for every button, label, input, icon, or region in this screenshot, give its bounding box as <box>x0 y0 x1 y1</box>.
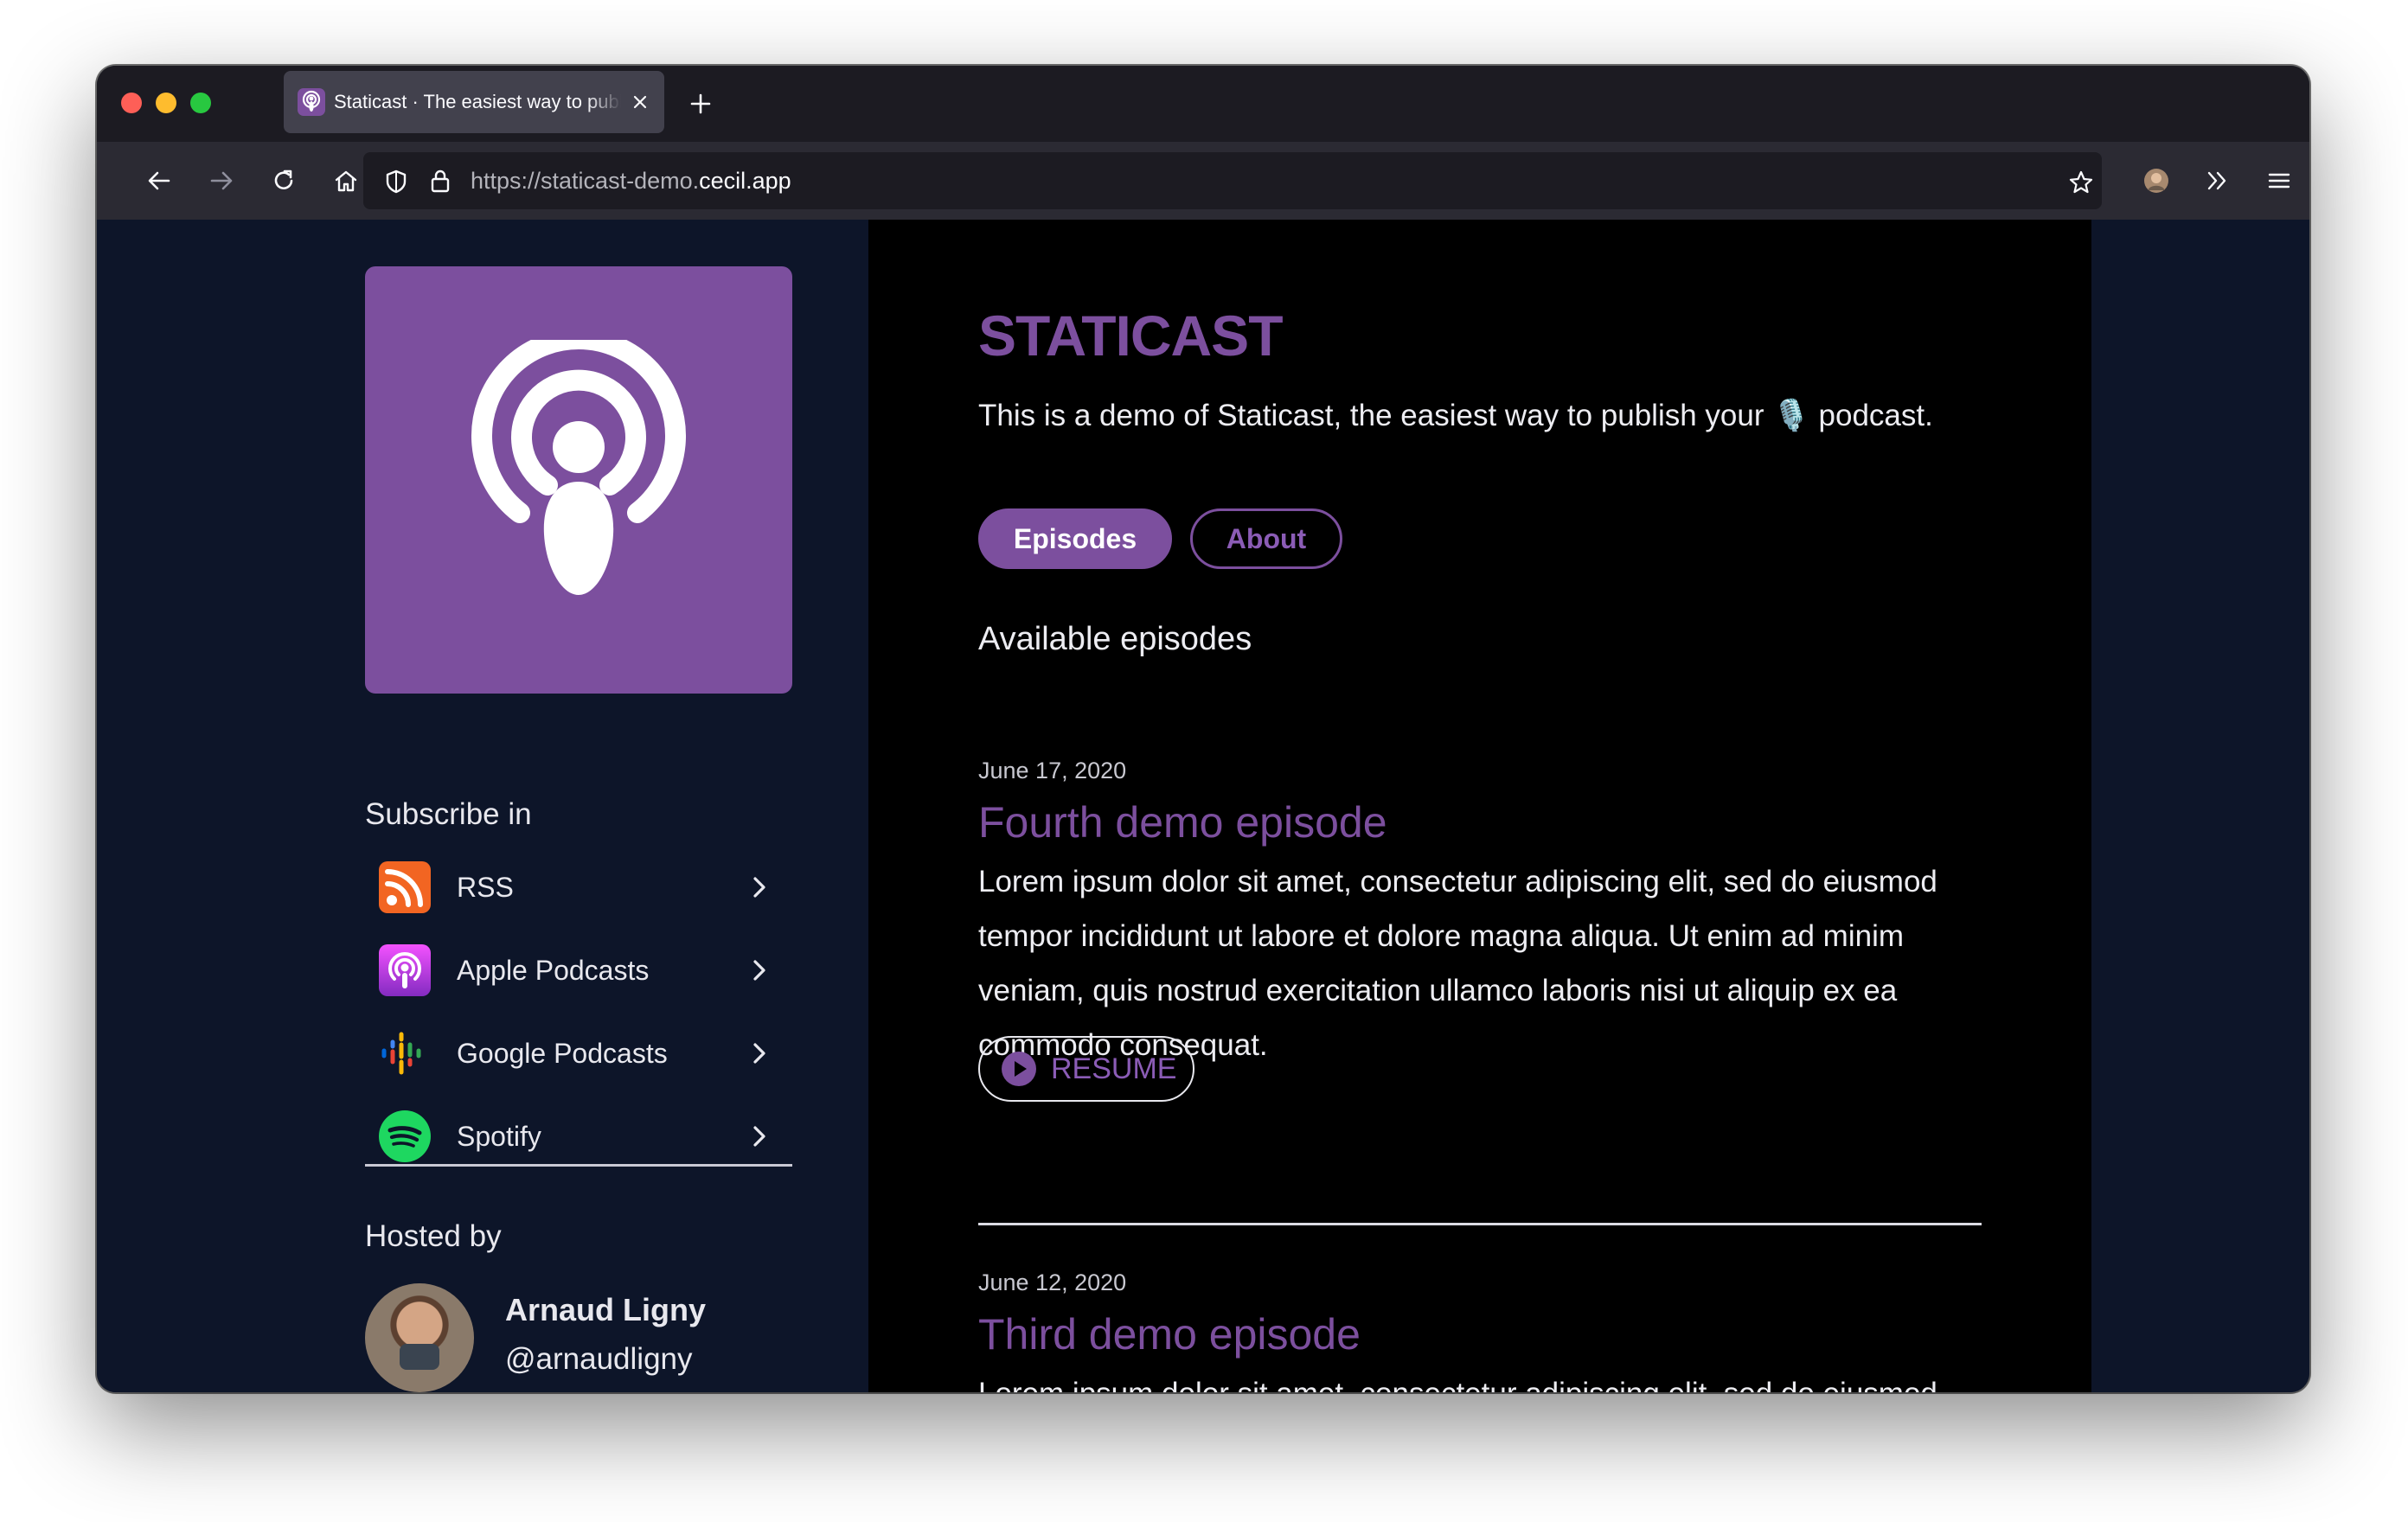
episode-description: Lorem ipsum dolor sit amet, consectetur … <box>978 1366 1990 1392</box>
url-domain: cecil.app <box>699 168 791 194</box>
home-button[interactable] <box>323 157 369 204</box>
tab-close-icon[interactable] <box>628 90 652 114</box>
back-arrow-icon <box>148 171 170 190</box>
reload-icon <box>274 169 293 189</box>
browser-tab[interactable]: Staticast · The easiest way to publish y… <box>284 71 664 133</box>
bookmark-star-button[interactable] <box>2058 159 2104 206</box>
minimize-window-button[interactable] <box>156 93 176 113</box>
url-base: https://staticast-demo. <box>471 168 700 194</box>
chevron-right-icon <box>753 877 765 898</box>
episode-title[interactable]: Fourth demo episode <box>978 797 1387 847</box>
resume-button[interactable]: RESUME <box>978 1036 1194 1102</box>
rss-icon <box>379 861 431 913</box>
podcast-favicon-icon <box>298 88 325 116</box>
episode-date: June 17, 2020 <box>978 758 1127 783</box>
sidebar: Subscribe in RSS Apple Podcasts Google P… <box>365 220 792 1392</box>
apple-podcasts-icon <box>379 944 431 996</box>
chevrons-right-icon <box>2207 171 2226 190</box>
back-button[interactable] <box>136 157 183 204</box>
play-icon <box>1002 1052 1036 1086</box>
site-title[interactable]: STATICAST <box>978 303 1284 368</box>
app-menu-button[interactable] <box>2256 157 2302 204</box>
spotify-icon <box>379 1110 431 1162</box>
host-name[interactable]: Arnaud Ligny <box>505 1292 706 1328</box>
resume-label: RESUME <box>1051 1052 1177 1085</box>
subscribe-label: Google Podcasts <box>457 1038 668 1069</box>
extensions-overflow-button[interactable] <box>2193 157 2240 204</box>
subscribe-rss[interactable]: RSS <box>365 846 792 929</box>
sidebar-divider <box>365 1164 792 1167</box>
subscribe-heading: Subscribe in <box>365 797 532 831</box>
star-icon <box>2069 170 2093 194</box>
podcast-cover <box>365 266 792 694</box>
forward-button[interactable] <box>198 157 245 204</box>
subscribe-apple-podcasts[interactable]: Apple Podcasts <box>365 929 792 1012</box>
home-icon <box>335 170 357 192</box>
chevron-right-icon <box>753 1126 765 1147</box>
episode-title[interactable]: Third demo episode <box>978 1309 1361 1359</box>
subscribe-label: RSS <box>457 872 514 903</box>
episode-date: June 12, 2020 <box>978 1269 1127 1295</box>
chevron-right-icon <box>753 1043 765 1064</box>
nav-toolbar: https://staticast-demo.cecil.app <box>97 142 2309 220</box>
new-tab-icon[interactable] <box>682 85 720 123</box>
close-window-button[interactable] <box>121 93 142 113</box>
reload-button[interactable] <box>260 157 307 204</box>
subscribe-label: Apple Podcasts <box>457 955 650 986</box>
lock-icon[interactable] <box>429 168 452 194</box>
tab-title: Staticast · The easiest way to publish y… <box>334 71 621 133</box>
episodes-tab[interactable]: Episodes <box>978 508 1172 569</box>
episode-divider <box>978 1223 1982 1225</box>
page-viewport: Subscribe in RSS Apple Podcasts Google P… <box>97 220 2309 1392</box>
forward-arrow-icon <box>210 171 233 190</box>
main-content: STATICAST This is a demo of Staticast, t… <box>868 220 2091 1392</box>
chevron-right-icon <box>753 960 765 981</box>
account-avatar-icon <box>2144 169 2168 193</box>
hamburger-menu-icon <box>2268 173 2290 189</box>
address-bar[interactable]: https://staticast-demo.cecil.app <box>363 152 2102 209</box>
about-tab[interactable]: About <box>1190 508 1342 569</box>
subscribe-google-podcasts[interactable]: Google Podcasts <box>365 1012 792 1095</box>
url-text: https://staticast-demo.cecil.app <box>471 152 791 209</box>
account-button[interactable] <box>2133 157 2180 204</box>
tab-strip: Staticast · The easiest way to publish y… <box>97 66 2309 142</box>
zoom-window-button[interactable] <box>190 93 211 113</box>
google-podcasts-icon <box>379 1027 431 1079</box>
tracking-shield-icon[interactable] <box>384 169 408 195</box>
hosted-by-heading: Hosted by <box>365 1219 502 1253</box>
site-description: This is a demo of Staticast, the easiest… <box>978 399 1933 432</box>
episodes-heading: Available episodes <box>978 621 1252 657</box>
host-face-mask <box>400 1344 439 1370</box>
host-avatar[interactable] <box>365 1283 474 1392</box>
browser-window: Staticast · The easiest way to publish y… <box>97 66 2309 1392</box>
host-handle[interactable]: @arnaudligny <box>505 1342 693 1377</box>
podcast-logo-icon <box>471 340 686 595</box>
